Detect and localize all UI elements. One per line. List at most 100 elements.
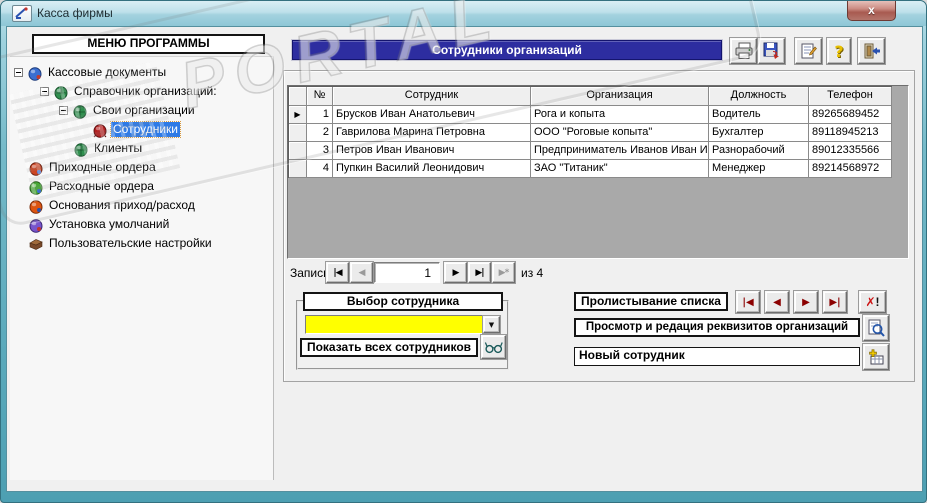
close-button[interactable]: x bbox=[847, 1, 896, 21]
first-record-button[interactable]: |◀ bbox=[326, 262, 349, 283]
cell-num[interactable]: 3 bbox=[307, 142, 333, 160]
tree-item-income-orders[interactable]: Приходные ордера bbox=[10, 158, 158, 177]
employee-selector-title: Выбор сотрудника bbox=[303, 292, 503, 311]
tree-item-grounds[interactable]: Основания приход/расход bbox=[10, 196, 197, 215]
review-org-details-label: Просмотр и редация реквизитов организаци… bbox=[574, 318, 860, 337]
collapse-icon[interactable] bbox=[40, 87, 49, 96]
save-icon bbox=[763, 42, 779, 59]
cell-position[interactable]: Водитель bbox=[709, 106, 809, 124]
col-phone[interactable]: Телефон bbox=[809, 87, 892, 106]
table-header-row: № Сотрудник Организация Должность Телефо… bbox=[289, 87, 892, 106]
browse-prev-button[interactable]: ◀ bbox=[765, 291, 789, 313]
tree-item-label[interactable]: Расходные ордера bbox=[47, 179, 156, 194]
tree-item-label[interactable]: Кассовые документы bbox=[46, 65, 168, 80]
tree-item-label[interactable]: Пользовательские настройки bbox=[47, 236, 214, 251]
tree-item-label[interactable]: Основания приход/расход bbox=[47, 198, 197, 213]
collapse-icon[interactable] bbox=[14, 68, 23, 77]
cell-org[interactable]: Рога и копыта bbox=[531, 106, 709, 124]
properties-button[interactable] bbox=[795, 38, 822, 64]
record-number-input[interactable] bbox=[374, 262, 440, 283]
cell-phone[interactable]: 89012335566 bbox=[809, 142, 892, 160]
col-employee[interactable]: Сотрудник bbox=[333, 87, 531, 106]
help-button[interactable]: ? bbox=[827, 38, 851, 64]
employees-icon bbox=[93, 123, 107, 138]
table-row[interactable]: 4 Пупкин Василий Леонидович ЗАО "Титаник… bbox=[289, 160, 892, 178]
table-row[interactable]: ▶ 1 Брусков Иван Анатольевич Рога и копы… bbox=[289, 106, 892, 124]
cell-num[interactable]: 2 bbox=[307, 124, 333, 142]
record-count-label: из 4 bbox=[521, 266, 544, 280]
review-org-details-button[interactable] bbox=[863, 315, 889, 341]
tree-item-clients[interactable]: Клиенты bbox=[10, 139, 144, 158]
defaults-icon bbox=[29, 218, 43, 233]
print-button[interactable] bbox=[730, 38, 757, 64]
cell-employee[interactable]: Пупкин Василий Леонидович bbox=[333, 160, 531, 178]
tree-item-label[interactable]: Справочник организаций: bbox=[72, 84, 219, 99]
tree-item-cash-documents[interactable]: Кассовые документы bbox=[10, 63, 168, 82]
income-orders-icon bbox=[29, 161, 43, 176]
cell-employee[interactable]: Петров Иван Иванович bbox=[333, 142, 531, 160]
new-employee-button[interactable] bbox=[863, 344, 889, 370]
show-all-search-button[interactable] bbox=[481, 335, 506, 359]
clients-icon bbox=[74, 142, 88, 157]
tree-item-label-selected[interactable]: Сотрудники bbox=[110, 121, 181, 138]
cell-position[interactable]: Разнорабочий bbox=[709, 142, 809, 160]
cell-phone[interactable]: 89265689452 bbox=[809, 106, 892, 124]
delete-icon: ✗ bbox=[865, 295, 876, 309]
tree-item-label[interactable]: Клиенты bbox=[92, 141, 144, 156]
browse-last-button[interactable]: ▶| bbox=[823, 291, 847, 313]
tree-item-label[interactable]: Приходные ордера bbox=[47, 160, 158, 175]
browse-first-button[interactable]: |◀ bbox=[736, 291, 760, 313]
new-record-nav-button[interactable]: ▶* bbox=[492, 262, 515, 283]
cell-position[interactable]: Менеджер bbox=[709, 160, 809, 178]
add-record-icon bbox=[868, 348, 883, 364]
collapse-icon[interactable] bbox=[59, 106, 68, 115]
help-icon: ? bbox=[834, 41, 844, 61]
tree-item-own-orgs[interactable]: Свои организации bbox=[10, 101, 197, 120]
screen: Касса фирмы x МЕНЮ ПРОГРАММЫ Кассовые до… bbox=[0, 0, 927, 503]
cell-num[interactable]: 1 bbox=[307, 106, 333, 124]
expense-orders-icon bbox=[29, 180, 43, 195]
new-employee-label: Новый сотрудник bbox=[574, 347, 860, 366]
cell-num[interactable]: 4 bbox=[307, 160, 333, 178]
cell-employee[interactable]: Брусков Иван Анатольевич bbox=[333, 106, 531, 124]
col-org[interactable]: Организация bbox=[531, 87, 709, 106]
tree-item-expense-orders[interactable]: Расходные ордера bbox=[10, 177, 156, 196]
employee-combo-input[interactable] bbox=[306, 316, 483, 333]
printer-icon bbox=[735, 42, 752, 59]
exit-button[interactable] bbox=[858, 38, 885, 64]
cell-org[interactable]: ЗАО "Титаник" bbox=[531, 160, 709, 178]
cell-phone[interactable]: 89118945213 bbox=[809, 124, 892, 142]
tree-item-label[interactable]: Установка умолчаний bbox=[47, 217, 171, 232]
table-row[interactable]: 3 Петров Иван Иванович Предприниматель И… bbox=[289, 142, 892, 160]
employee-combobox[interactable]: ▼ bbox=[305, 315, 501, 334]
save-button[interactable] bbox=[758, 38, 785, 64]
preview-magnifier-icon bbox=[868, 319, 885, 337]
prev-record-button[interactable]: ◀ bbox=[350, 262, 373, 283]
show-all-employees-button[interactable]: Показать всех сотрудников bbox=[300, 338, 478, 357]
cell-org[interactable]: Предприниматель Иванов Иван И bbox=[531, 142, 709, 160]
cell-position[interactable]: Бухгалтер bbox=[709, 124, 809, 142]
delete-record-button[interactable]: ✗! bbox=[859, 291, 886, 313]
chevron-down-icon: ▼ bbox=[488, 320, 495, 329]
cell-phone[interactable]: 89214568972 bbox=[809, 160, 892, 178]
col-position[interactable]: Должность bbox=[709, 87, 809, 106]
tree-item-user-settings[interactable]: Пользовательские настройки bbox=[10, 234, 214, 253]
current-row-marker-icon: ▶ bbox=[294, 110, 301, 119]
title-bar[interactable]: Касса фирмы x bbox=[1, 1, 926, 26]
org-directory-icon bbox=[54, 85, 68, 100]
last-record-button[interactable]: ▶| bbox=[468, 262, 491, 283]
tree-item-defaults[interactable]: Установка умолчаний bbox=[10, 215, 171, 234]
edit-document-icon bbox=[801, 43, 817, 59]
employees-table[interactable]: № Сотрудник Организация Должность Телефо… bbox=[288, 86, 892, 178]
browse-next-button[interactable]: ▶ bbox=[794, 291, 818, 313]
table-row[interactable]: 2 Гаврилова Марина Петровна ООО "Роговые… bbox=[289, 124, 892, 142]
client-area: МЕНЮ ПРОГРАММЫ Кассовые документы Справо… bbox=[0, 0, 923, 492]
col-num[interactable]: № bbox=[307, 87, 333, 106]
next-record-button[interactable]: ▶ bbox=[444, 262, 467, 283]
cell-employee[interactable]: Гаврилова Марина Петровна bbox=[333, 124, 531, 142]
tree-item-employees[interactable]: Сотрудники bbox=[10, 120, 181, 139]
tree-item-org-directory[interactable]: Справочник организаций: bbox=[10, 82, 219, 101]
tree-item-label[interactable]: Свои организации bbox=[91, 103, 197, 118]
combo-dropdown-button[interactable]: ▼ bbox=[483, 316, 500, 333]
cell-org[interactable]: ООО "Роговые копыта" bbox=[531, 124, 709, 142]
